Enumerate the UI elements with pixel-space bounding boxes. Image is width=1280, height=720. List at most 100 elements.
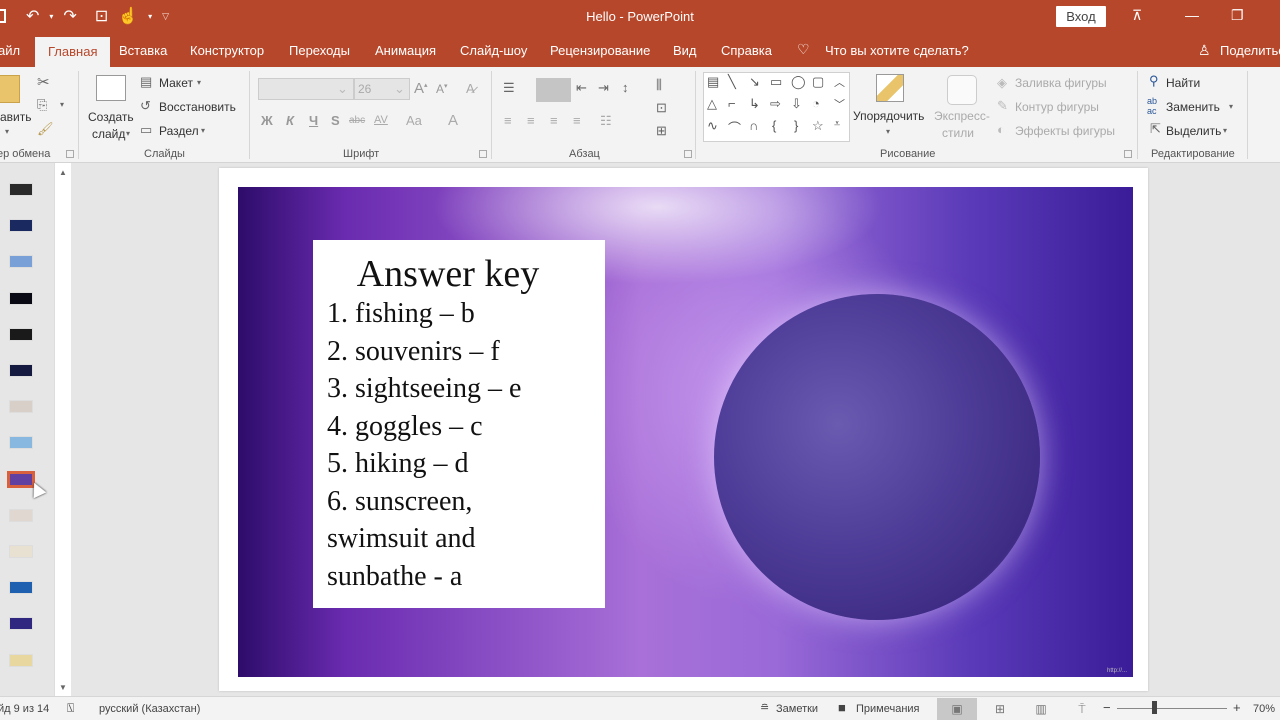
slide-thumbnail[interactable] xyxy=(9,617,33,631)
zoom-slider-thumb[interactable] xyxy=(1151,701,1157,714)
align-text-icon[interactable]: ⊡ xyxy=(656,100,667,116)
shadow-button[interactable]: S xyxy=(331,113,340,128)
restore-icon[interactable]: ❐ xyxy=(1231,7,1244,24)
paste-button[interactable]: авить xyxy=(0,110,32,124)
cut-icon[interactable]: ✂ xyxy=(37,73,50,91)
zoom-slider[interactable] xyxy=(1117,708,1227,709)
format-painter-icon[interactable]: 🖌 xyxy=(37,121,54,137)
slideshow-view-button[interactable]: ⍑ xyxy=(1062,698,1102,720)
font-color-button[interactable]: A xyxy=(448,112,458,129)
tab-animations[interactable]: Анимация xyxy=(375,43,436,58)
align-right-icon[interactable]: ≡ xyxy=(550,113,558,128)
char-spacing-button[interactable]: AV xyxy=(374,114,388,126)
thumbnails-scrollbar[interactable]: ▲ ▼ xyxy=(54,163,71,696)
zoom-in-button[interactable]: + xyxy=(1233,700,1241,715)
layout-dropdown-icon[interactable]: ▾ xyxy=(197,78,201,87)
gallery-scroll-down-icon[interactable]: ﹀ xyxy=(834,96,845,112)
numbering-icon[interactable] xyxy=(536,78,571,102)
notes-button[interactable]: Заметки xyxy=(776,703,818,715)
drawing-launcher-icon[interactable] xyxy=(1124,150,1132,158)
curve-shape-icon[interactable]: ∩ xyxy=(749,118,758,133)
paragraph-launcher-icon[interactable] xyxy=(684,150,692,158)
slide-thumbnail[interactable] xyxy=(9,255,33,269)
normal-view-button[interactable]: ▣ xyxy=(937,698,977,720)
smartart-icon[interactable]: ⊞ xyxy=(656,123,667,139)
down-arrow-shape-icon[interactable]: ⇩ xyxy=(791,96,802,112)
bold-button[interactable]: Ж xyxy=(261,113,273,128)
arc-shape-icon[interactable]: ⌒ xyxy=(728,118,741,137)
replace-dropdown-icon[interactable]: ▾ xyxy=(1229,102,1233,111)
elbow-connector-icon[interactable]: ⌐ xyxy=(728,96,736,111)
align-center-icon[interactable]: ≡ xyxy=(527,113,535,128)
tell-me-search[interactable]: Что вы хотите сделать? xyxy=(825,43,969,58)
answer-key-textbox[interactable]: Answer key 1. fishing – b 2. souvenirs –… xyxy=(313,240,605,608)
shapes-gallery[interactable]: ▤ ╲ ↘ ▭ ◯ ▢ △ ⌐ ↳ ⇨ ⇩ ◔ ∿ ⌒ ∩ { } ☆ ︿ ﹀ … xyxy=(703,72,850,142)
sign-in-button[interactable]: Вход xyxy=(1056,6,1106,27)
new-slide-button-line2[interactable]: слайд xyxy=(92,127,125,141)
tab-slideshow[interactable]: Слайд-шоу xyxy=(460,43,527,58)
rounded-rect-shape-icon[interactable]: ▢ xyxy=(812,74,824,90)
text-direction-icon[interactable]: ⫼ xyxy=(656,77,662,93)
new-slide-icon[interactable] xyxy=(96,75,126,101)
spell-check-icon[interactable]: ⍂ xyxy=(67,701,74,716)
italic-button[interactable]: К xyxy=(286,113,294,128)
left-brace-shape-icon[interactable]: { xyxy=(772,118,776,133)
slide-thumbnail[interactable] xyxy=(9,327,33,341)
decrease-indent-icon[interactable]: ⇤ xyxy=(576,80,587,96)
scroll-up-icon[interactable]: ▲ xyxy=(55,168,71,177)
slide-thumbnail[interactable] xyxy=(9,219,33,233)
comments-button[interactable]: Примечания xyxy=(856,703,920,715)
zoom-out-button[interactable]: − xyxy=(1103,700,1111,715)
quick-styles-button-line2[interactable]: стили xyxy=(942,126,974,140)
paste-icon[interactable] xyxy=(0,75,20,103)
ribbon-display-options-icon[interactable]: ⊼ xyxy=(1132,7,1142,24)
line-spacing-icon[interactable]: ↕ xyxy=(622,80,629,95)
select-dropdown-icon[interactable]: ▾ xyxy=(1223,126,1227,135)
bullets-icon[interactable]: ☰ xyxy=(503,80,515,96)
zoom-level[interactable]: 70% xyxy=(1253,703,1275,715)
slide-thumbnail[interactable] xyxy=(9,364,33,377)
rectangle-shape-icon[interactable]: ▭ xyxy=(770,74,782,90)
change-case-button[interactable]: Aa xyxy=(406,113,422,128)
increase-indent-icon[interactable]: ⇥ xyxy=(598,80,609,96)
justify-icon[interactable]: ≡ xyxy=(573,113,581,128)
elbow-arrow-connector-icon[interactable]: ↳ xyxy=(749,96,760,112)
new-slide-dropdown-icon[interactable]: ▾ xyxy=(126,129,130,138)
paste-dropdown-icon[interactable]: ▾ xyxy=(5,127,9,136)
minimize-icon[interactable]: — xyxy=(1185,7,1199,23)
shrink-font-icon[interactable]: A▾ xyxy=(436,82,448,96)
freeform-shape-icon[interactable]: ◔ xyxy=(812,96,820,111)
slide-thumbnail[interactable] xyxy=(9,436,33,450)
tab-insert[interactable]: Вставка xyxy=(119,43,167,58)
scroll-down-icon[interactable]: ▼ xyxy=(55,683,71,692)
quick-styles-button[interactable]: Экспресс- xyxy=(934,109,990,123)
copy-icon[interactable]: ⎘ xyxy=(37,97,47,113)
line-shape-icon[interactable]: ╲ xyxy=(728,74,736,90)
arrange-button[interactable]: Упорядочить xyxy=(853,109,924,123)
slide-thumbnail[interactable] xyxy=(9,400,33,414)
shape-outline-button[interactable]: Контур фигуры xyxy=(1015,100,1099,114)
slide-sorter-view-button[interactable]: ⊞ xyxy=(980,698,1020,720)
language-indicator[interactable]: русский (Казахстан) xyxy=(99,703,200,715)
scribble-shape-icon[interactable]: ∿ xyxy=(707,118,718,134)
layout-button[interactable]: Макет xyxy=(159,76,193,90)
gallery-more-icon[interactable]: ⩡ xyxy=(834,118,840,131)
replace-button[interactable]: Заменить xyxy=(1166,100,1220,114)
slide-thumbnail[interactable] xyxy=(9,291,33,305)
triangle-shape-icon[interactable]: △ xyxy=(707,96,717,112)
slide-thumbnail[interactable] xyxy=(9,653,33,667)
tab-review[interactable]: Рецензирование xyxy=(550,43,650,58)
align-left-icon[interactable]: ≡ xyxy=(504,113,512,128)
select-button[interactable]: Выделить xyxy=(1166,124,1221,138)
clipboard-launcher-icon[interactable] xyxy=(66,150,74,158)
textbox-shape-icon[interactable]: ▤ xyxy=(707,74,719,90)
section-button[interactable]: Раздел xyxy=(159,124,199,138)
slide-thumbnail[interactable] xyxy=(9,183,33,196)
font-launcher-icon[interactable] xyxy=(479,150,487,158)
oval-shape-icon[interactable]: ◯ xyxy=(791,74,806,90)
tab-view[interactable]: Вид xyxy=(673,43,697,58)
tab-home[interactable]: Главная xyxy=(35,37,111,67)
arrange-dropdown-icon[interactable]: ▾ xyxy=(886,127,890,136)
slide-thumbnail[interactable] xyxy=(9,508,33,522)
slide-thumbnail[interactable] xyxy=(9,581,33,595)
